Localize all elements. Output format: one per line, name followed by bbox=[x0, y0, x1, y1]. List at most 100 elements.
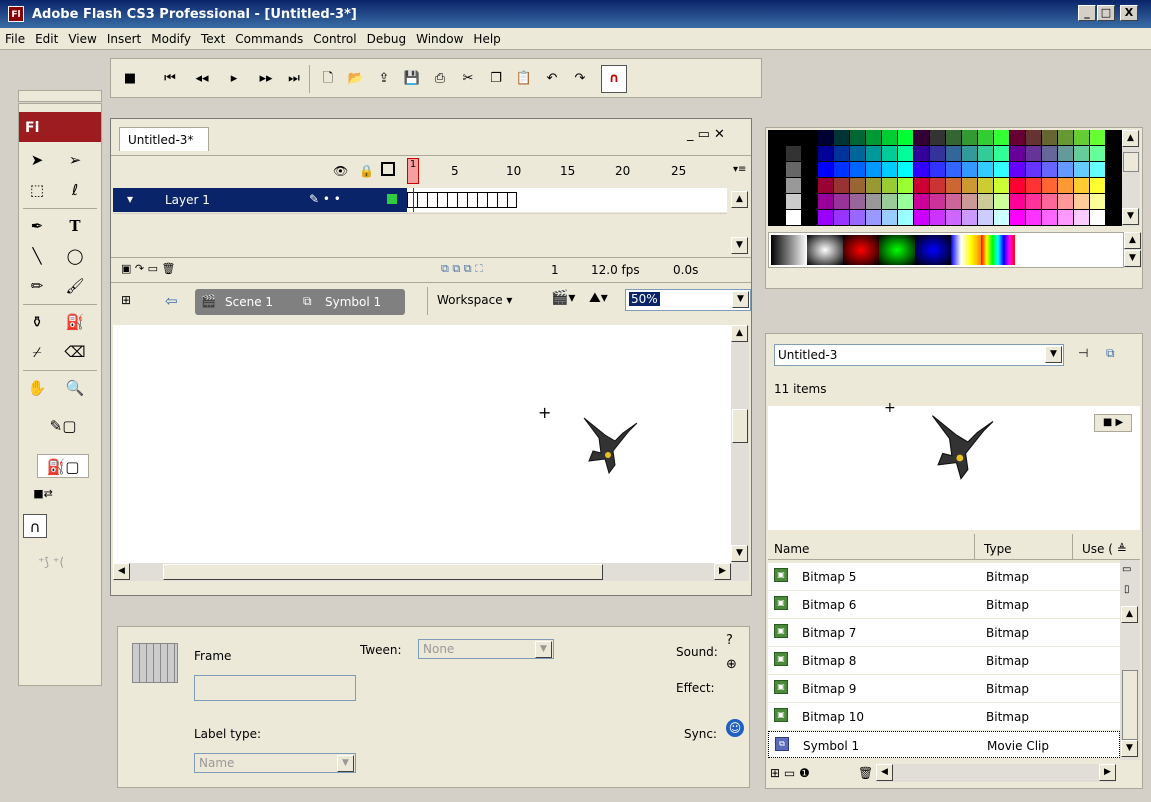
gradient-swatch[interactable] bbox=[951, 235, 981, 265]
line-tool-icon[interactable]: ╲ bbox=[25, 244, 49, 268]
menu-window[interactable]: Window bbox=[411, 28, 468, 50]
edit-symbols-icon[interactable]: ⛰▾ bbox=[589, 290, 608, 306]
tools-panel-grip[interactable] bbox=[18, 90, 102, 102]
paint-bucket-tool-icon[interactable]: ⛽ bbox=[63, 310, 87, 334]
label-type-select[interactable]: Name ▼ bbox=[194, 753, 356, 773]
color-swatch-grid[interactable] bbox=[768, 130, 1124, 226]
delete-icon[interactable]: 🗑 bbox=[858, 766, 873, 780]
subselection-tool-icon[interactable]: ➢ bbox=[63, 148, 87, 172]
gradient-swatches[interactable] bbox=[768, 232, 1124, 268]
zoom-dropdown[interactable]: 50% ▼ bbox=[625, 289, 751, 311]
go-to-end-icon[interactable]: ⏭ bbox=[283, 69, 305, 89]
swap-colors-icon[interactable]: ■⇄ bbox=[23, 482, 63, 506]
scroll-down-icon[interactable]: ▼ bbox=[1122, 208, 1139, 225]
rewind-to-start-icon[interactable]: ⏮ bbox=[159, 69, 181, 89]
workspace-menu[interactable]: Workspace ▾ bbox=[437, 293, 512, 307]
scroll-thumb[interactable] bbox=[732, 409, 748, 443]
fill-color-icon[interactable]: ⛽▢ bbox=[37, 454, 89, 478]
menu-control[interactable]: Control bbox=[308, 28, 361, 50]
pin-library-icon[interactable]: ⊣ bbox=[1078, 346, 1088, 360]
gradient-swatch[interactable] bbox=[981, 235, 1015, 265]
stage-horizontal-scrollbar[interactable]: ◀ ▶ bbox=[113, 563, 731, 581]
scroll-right-icon[interactable]: ▶ bbox=[714, 563, 731, 580]
column-name[interactable]: Name bbox=[774, 542, 809, 556]
swatch-scrollbar[interactable]: ▲ ▼ bbox=[1122, 130, 1140, 226]
swatch-grid-svg[interactable] bbox=[768, 130, 1124, 226]
playhead[interactable]: 1 bbox=[407, 158, 419, 184]
ink-bottle-tool-icon[interactable]: ⚱ bbox=[25, 310, 49, 334]
new-symbol-icon[interactable]: ⊞ ▭ ❶ bbox=[770, 766, 810, 780]
help-icon[interactable]: ? bbox=[726, 633, 733, 648]
column-type[interactable]: Type bbox=[984, 542, 1012, 556]
stop-icon[interactable]: ■ bbox=[119, 69, 141, 89]
menu-modify[interactable]: Modify bbox=[146, 28, 196, 50]
play-icon[interactable]: ▸ bbox=[223, 69, 245, 89]
menu-debug[interactable]: Debug bbox=[362, 28, 411, 50]
tween-select[interactable]: None ▼ bbox=[418, 639, 554, 659]
document-tab[interactable]: Untitled-3* bbox=[119, 127, 209, 151]
preview-stop-play-icon[interactable]: ■ ▶ bbox=[1094, 414, 1132, 432]
pencil-tool-icon[interactable]: ✏ bbox=[25, 274, 49, 298]
back-arrow-icon[interactable]: ⇦ bbox=[165, 292, 178, 310]
step-back-icon[interactable]: ◂◂ bbox=[191, 69, 213, 89]
redo-icon[interactable]: ↷ bbox=[569, 69, 591, 89]
chevron-down-icon[interactable]: ▼ bbox=[337, 755, 354, 772]
gradient-swatch[interactable] bbox=[771, 235, 807, 265]
frame-name-input[interactable] bbox=[194, 675, 356, 701]
library-row[interactable]: ▣ Bitmap 9 Bitmap bbox=[768, 675, 1120, 702]
chevron-down-icon[interactable]: ▼ bbox=[1045, 346, 1062, 363]
snap-to-objects-icon[interactable]: ∩ bbox=[601, 65, 627, 93]
menu-text[interactable]: Text bbox=[196, 28, 230, 50]
new-file-icon[interactable]: 🗋 bbox=[317, 69, 339, 89]
gradient-swatch[interactable] bbox=[879, 235, 915, 265]
hand-tool-icon[interactable]: ✋ bbox=[25, 376, 49, 400]
layer-color-swatch[interactable] bbox=[387, 194, 397, 204]
undo-icon[interactable]: ↶ bbox=[541, 69, 563, 89]
scroll-right-icon[interactable]: ▶ bbox=[1099, 764, 1116, 781]
scroll-up-icon[interactable]: ▲ bbox=[731, 325, 748, 342]
library-horizontal-scrollbar[interactable]: ◀ ▶ bbox=[876, 764, 1116, 782]
timeline-menu-icon[interactable]: ▾≡ bbox=[733, 164, 746, 175]
layer-name[interactable]: Layer 1 bbox=[165, 193, 210, 207]
smooth-straighten-icon[interactable]: ⁺⟆ ⁺⟨ bbox=[23, 550, 79, 574]
open-file-icon[interactable]: 📂 bbox=[345, 69, 367, 89]
breadcrumb-scene[interactable]: Scene 1 bbox=[225, 295, 273, 309]
bat-symbol[interactable] bbox=[579, 413, 639, 483]
chevron-down-icon[interactable]: ▼ bbox=[535, 641, 552, 658]
menu-insert[interactable]: Insert bbox=[102, 28, 146, 50]
narrow-state-icon[interactable]: ▯ bbox=[1124, 584, 1130, 595]
onion-skin-icon[interactable]: ⧉ ⧉ ⧉ ⛶ bbox=[441, 262, 483, 276]
timeline-scroll-up[interactable]: ▲ bbox=[731, 191, 748, 208]
menu-commands[interactable]: Commands bbox=[230, 28, 308, 50]
zoom-value[interactable]: 50% bbox=[629, 292, 660, 306]
menu-view[interactable]: View bbox=[63, 28, 101, 50]
pen-tool-icon[interactable]: ✒ bbox=[25, 214, 49, 238]
scroll-down-icon[interactable]: ▼ bbox=[731, 545, 748, 562]
eyedropper-tool-icon[interactable]: ⌿ bbox=[25, 340, 49, 364]
scroll-up-icon[interactable]: ▲ bbox=[1122, 130, 1139, 147]
minimize-button[interactable]: _ bbox=[1078, 5, 1096, 21]
new-library-panel-icon[interactable]: ⧉ bbox=[1106, 346, 1115, 361]
layer-row[interactable]: ▾ Layer 1 ✎ • • bbox=[113, 188, 407, 212]
gradient-scrollbar[interactable]: ▲ ▼ bbox=[1124, 232, 1142, 268]
stage-vertical-scrollbar[interactable]: ▲ ▼ bbox=[731, 325, 749, 581]
library-document-select[interactable]: Untitled-3 ▼ bbox=[774, 344, 1064, 366]
outline-icon[interactable] bbox=[381, 162, 395, 176]
edit-scene-icon[interactable]: 🎬▾ bbox=[551, 290, 575, 306]
eraser-tool-icon[interactable]: ⌫ bbox=[63, 340, 87, 364]
library-row[interactable]: ▣ Bitmap 10 Bitmap bbox=[768, 703, 1120, 730]
text-tool-icon[interactable]: T bbox=[63, 214, 87, 238]
chevron-down-icon[interactable]: ▼ bbox=[732, 291, 749, 308]
lasso-tool-icon[interactable]: ℓ bbox=[63, 178, 87, 202]
snap-to-objects-tool-icon[interactable]: ∩ bbox=[23, 514, 47, 538]
show-hide-icon[interactable]: 👁 bbox=[333, 164, 348, 178]
scroll-thumb[interactable] bbox=[1122, 670, 1138, 740]
free-transform-tool-icon[interactable]: ⬚ bbox=[25, 178, 49, 202]
brush-tool-icon[interactable]: 🖌 bbox=[63, 274, 87, 298]
gradient-swatch[interactable] bbox=[915, 235, 951, 265]
scroll-up-icon[interactable]: ▲ bbox=[1121, 606, 1138, 623]
layer-frames[interactable] bbox=[407, 188, 727, 212]
menu-help[interactable]: Help bbox=[468, 28, 505, 50]
library-row[interactable]: ▣ Bitmap 5 Bitmap bbox=[768, 563, 1120, 590]
maximize-button[interactable]: □ bbox=[1097, 5, 1115, 21]
